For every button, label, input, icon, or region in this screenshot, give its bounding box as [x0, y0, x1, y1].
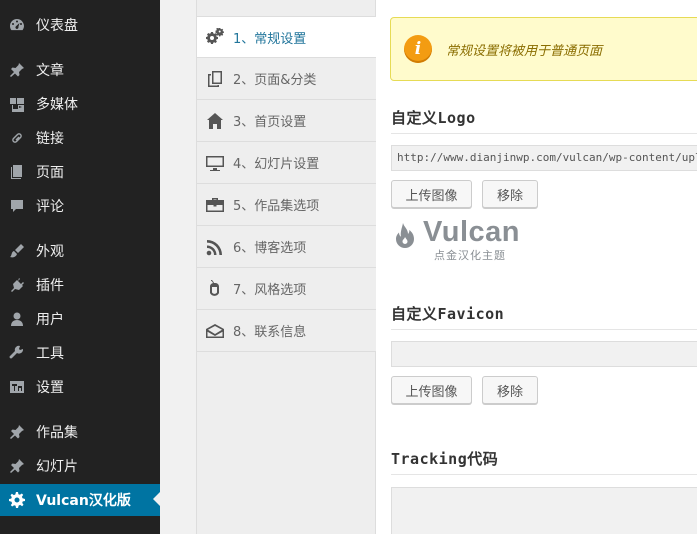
tracking-section-title: Tracking代码	[391, 450, 499, 468]
sidebar-item-links[interactable]: 链接	[0, 123, 160, 153]
content-gutter	[160, 0, 196, 534]
home-icon	[205, 111, 225, 131]
link-icon	[9, 130, 25, 146]
sidebar-item-label: 插件	[36, 278, 64, 294]
sidebar-item-label: 文章	[36, 63, 64, 79]
logo-wordmark: Vulcan	[423, 216, 521, 248]
sidebar-item-label: 外观	[36, 244, 64, 260]
sidebar-item-media[interactable]: 多媒体	[0, 89, 160, 119]
page-icon	[9, 164, 25, 180]
flame-icon	[396, 223, 414, 248]
tab-blog-options[interactable]: 6、博客选项	[197, 226, 376, 268]
tab-label: 8、联系信息	[233, 325, 307, 340]
copy-icon	[205, 69, 225, 89]
tab-label: 3、首页设置	[233, 115, 307, 130]
gear-icon	[9, 492, 25, 508]
settings-icon	[9, 379, 25, 395]
tab-pages-categories[interactable]: 2、页面&分类	[197, 58, 376, 100]
sidebar-item-label: Vulcan汉化版	[36, 493, 131, 509]
sidebar-item-slides[interactable]: 幻灯片	[0, 451, 160, 481]
sidebar-item-label: 仪表盘	[36, 18, 78, 34]
sidebar-item-comments[interactable]: 评论	[0, 191, 160, 221]
sidebar-item-dashboard[interactable]: 仪表盘	[0, 10, 160, 40]
tab-portfolio-options[interactable]: 5、作品集选项	[197, 184, 376, 226]
logo-upload-button[interactable]: 上传图像	[391, 180, 472, 208]
media-icon	[9, 96, 25, 112]
pin-icon	[9, 458, 25, 474]
dashboard-icon	[9, 17, 25, 33]
sidebar-item-appearance[interactable]: 外观	[0, 236, 160, 266]
sidebar-item-plugins[interactable]: 插件	[0, 270, 160, 300]
pin-icon	[9, 424, 25, 440]
sidebar-item-posts[interactable]: 文章	[0, 55, 160, 85]
logo-section-title: 自定义Logo	[391, 109, 476, 127]
sidebar-item-label: 页面	[36, 165, 64, 181]
tab-label: 2、页面&分类	[233, 73, 317, 88]
sidebar-item-label: 作品集	[36, 425, 78, 441]
tab-label: 4、幻灯片设置	[233, 157, 320, 172]
sidebar-item-label: 链接	[36, 131, 64, 147]
mouse-icon	[205, 279, 225, 299]
pin-icon	[9, 62, 25, 78]
rss-icon	[205, 237, 225, 257]
tab-general[interactable]: 1、常规设置	[197, 16, 376, 58]
tab-label: 6、博客选项	[233, 241, 307, 256]
sidebar-item-portfolio[interactable]: 作品集	[0, 417, 160, 447]
tracking-code-textarea[interactable]	[391, 487, 697, 534]
favicon-url-field[interactable]	[391, 341, 697, 367]
comment-icon	[9, 198, 25, 214]
options-tab-list: 1、常规设置 2、页面&分类 3、首页设置 4、幻灯片设置 5、作品集选项 6、…	[196, 0, 376, 534]
sidebar-item-tools[interactable]: 工具	[0, 338, 160, 368]
logo-url-field[interactable]: http://www.dianjinwp.com/vulcan/wp-conte…	[391, 145, 697, 171]
info-icon: i	[404, 35, 432, 63]
gears-icon	[205, 27, 225, 47]
wrench-icon	[9, 345, 25, 361]
tab-list-top	[197, 0, 375, 16]
admin-sidebar: 仪表盘 文章 多媒体 链接 页面 评论 外观 插件 用户 工具 设置 作品集 幻…	[0, 0, 160, 534]
briefcase-icon	[205, 195, 225, 215]
sidebar-item-label: 多媒体	[36, 97, 78, 113]
appearance-icon	[9, 243, 25, 259]
tab-style-options[interactable]: 7、风格选项	[197, 268, 376, 310]
tab-contact-info[interactable]: 8、联系信息	[197, 310, 376, 352]
envelope-icon	[205, 321, 225, 341]
sidebar-item-label: 设置	[36, 380, 64, 396]
tab-homepage[interactable]: 3、首页设置	[197, 100, 376, 142]
sidebar-item-settings[interactable]: 设置	[0, 372, 160, 402]
section-divider	[391, 474, 697, 475]
options-main-panel: i 常规设置将被用于普通页面 自定义Logo http://www.dianji…	[376, 0, 697, 534]
logo-remove-button[interactable]: 移除	[482, 180, 538, 208]
sidebar-item-label: 评论	[36, 199, 64, 215]
notice-text: 常规设置将被用于普通页面	[446, 43, 603, 59]
tab-label: 5、作品集选项	[233, 199, 320, 214]
sidebar-item-label: 工具	[36, 346, 64, 362]
sidebar-item-pages[interactable]: 页面	[0, 157, 160, 187]
tab-label: 7、风格选项	[233, 283, 307, 298]
logo-subtitle: 点金汉化主题	[434, 249, 506, 262]
user-icon	[9, 311, 25, 327]
sidebar-item-label: 用户	[36, 312, 64, 328]
vulcan-logo-preview: Vulcan 点金汉化主题	[391, 216, 526, 264]
tab-label: 1、常规设置	[233, 31, 307, 47]
sidebar-item-users[interactable]: 用户	[0, 304, 160, 334]
sidebar-item-label: 幻灯片	[36, 459, 78, 475]
plugin-icon	[9, 277, 25, 293]
tab-slideshow[interactable]: 4、幻灯片设置	[197, 142, 376, 184]
monitor-icon	[205, 153, 225, 173]
favicon-remove-button[interactable]: 移除	[482, 376, 538, 404]
sidebar-item-vulcan[interactable]: Vulcan汉化版	[0, 484, 160, 516]
section-divider	[391, 329, 697, 330]
section-divider	[391, 133, 697, 134]
favicon-section-title: 自定义Favicon	[391, 305, 505, 323]
favicon-upload-button[interactable]: 上传图像	[391, 376, 472, 404]
info-notice: i 常规设置将被用于普通页面	[390, 17, 697, 81]
